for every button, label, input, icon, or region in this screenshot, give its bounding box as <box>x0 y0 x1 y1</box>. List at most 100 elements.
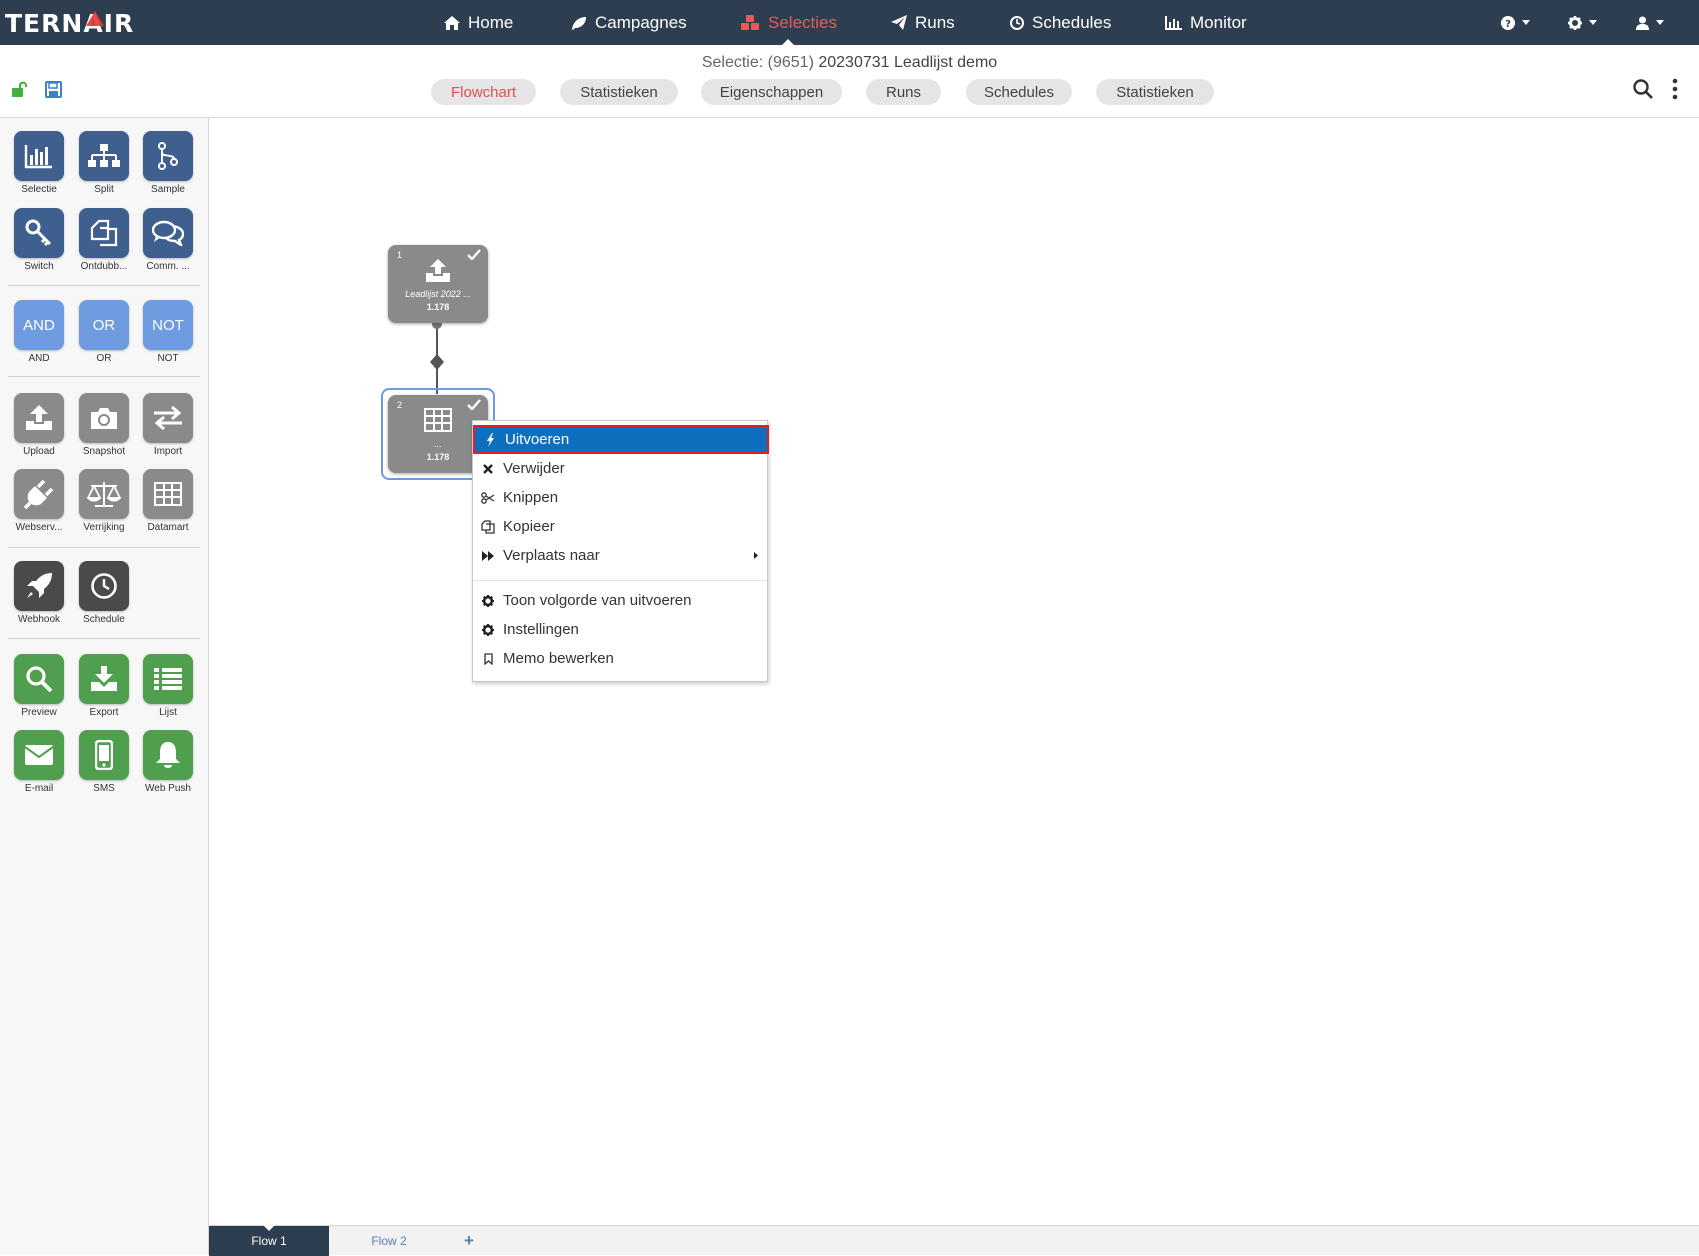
palette-preview-button[interactable] <box>14 654 64 704</box>
rocket-icon <box>27 573 52 598</box>
code-fork-icon <box>158 142 178 170</box>
tab-statistieken[interactable]: Statistieken <box>560 79 678 105</box>
palette-upload[interactable]: Upload <box>7 393 71 457</box>
palette-import[interactable]: Import <box>136 393 200 457</box>
palette-schedule-button[interactable] <box>79 561 129 611</box>
page-title-prefix: Selectie: <box>701 54 764 71</box>
palette-sms-button[interactable] <box>79 730 129 780</box>
top-navigation-bar: TERN AIR Home Campagnes Selecties Runs Sc… <box>0 0 1699 45</box>
user-menu-button[interactable] <box>1636 0 1664 45</box>
palette-switch-button[interactable] <box>14 208 64 258</box>
palette-import-button[interactable] <box>143 393 193 443</box>
palette-export-button[interactable] <box>79 654 129 704</box>
palette-sample[interactable]: Sample <box>136 131 200 195</box>
menu-item-verplaats-naar[interactable]: Verplaats naar <box>473 541 767 570</box>
palette-email[interactable]: E-mail <box>7 730 71 794</box>
nav-campagnes[interactable]: Campagnes <box>571 0 687 45</box>
menu-item-label: Instellingen <box>503 621 579 638</box>
palette-split-button[interactable] <box>79 131 129 181</box>
menu-item-memo-bewerken[interactable]: Memo bewerken <box>473 644 767 673</box>
palette-webhook[interactable]: Webhook <box>7 561 71 625</box>
palette-selectie[interactable]: Selectie <box>7 131 71 195</box>
palette-snapshot[interactable]: Snapshot <box>72 393 136 457</box>
palette-datamart[interactable]: Datamart <box>136 469 200 533</box>
tab-flowchart[interactable]: Flowchart <box>431 79 536 105</box>
settings-menu-button[interactable] <box>1568 0 1597 45</box>
nav-monitor[interactable]: Monitor <box>1165 0 1247 45</box>
palette-and[interactable]: AND AND <box>7 300 71 364</box>
ternair-logo[interactable]: TERN AIR <box>5 9 134 38</box>
menu-item-verwijder[interactable]: Verwijder <box>473 454 767 483</box>
unlock-icon <box>12 81 27 97</box>
flow-node-upload[interactable]: 1 Leadlijst 2022 ... 1.178 <box>388 245 488 323</box>
palette-not[interactable]: NOT NOT <box>136 300 200 364</box>
nav-schedules[interactable]: Schedules <box>1010 0 1111 45</box>
menu-item-instellingen[interactable]: Instellingen <box>473 615 767 644</box>
palette-lijst[interactable]: Lijst <box>136 654 200 718</box>
bar-chart-icon <box>24 145 52 169</box>
menu-item-label: Uitvoeren <box>505 431 570 448</box>
palette-label: AND <box>28 353 50 364</box>
palette-schedule[interactable]: Schedule <box>72 561 136 625</box>
nav-home[interactable]: Home <box>444 0 513 45</box>
palette-sample-button[interactable] <box>143 131 193 181</box>
gear-icon <box>482 594 494 607</box>
palette-communicatie[interactable]: Comm. ... <box>136 208 200 272</box>
palette-and-button[interactable]: AND <box>14 300 64 350</box>
palette-email-button[interactable] <box>14 730 64 780</box>
tab-statistieken-2[interactable]: Statistieken <box>1096 79 1214 105</box>
page-title: Selectie: (9651) 20230731 Leadlijst demo <box>0 54 1699 72</box>
palette-selectie-button[interactable] <box>14 131 64 181</box>
palette-switch[interactable]: Switch <box>7 208 71 272</box>
gear-icon <box>1568 15 1582 30</box>
tab-runs[interactable]: Runs <box>866 79 941 105</box>
bolt-icon <box>486 432 494 447</box>
palette-snapshot-button[interactable] <box>79 393 129 443</box>
palette-ontdubbelen[interactable]: Ontdubb... <box>72 208 136 272</box>
unlock-button[interactable] <box>11 81 29 102</box>
palette-export[interactable]: Export <box>72 654 136 718</box>
tab-schedules[interactable]: Schedules <box>966 79 1072 105</box>
more-options-button[interactable] <box>1671 78 1679 100</box>
palette-sms[interactable]: SMS <box>72 730 136 794</box>
help-menu-button[interactable]: ? <box>1501 0 1530 45</box>
menu-item-kopieer[interactable]: Kopieer <box>473 512 767 541</box>
tab-eigenschappen[interactable]: Eigenschappen <box>701 79 842 105</box>
node-context-menu: Uitvoeren Verwijder Knippen Kopieer Verp… <box>472 420 769 682</box>
palette-label: Split <box>94 184 114 195</box>
menu-item-uitvoeren[interactable]: Uitvoeren <box>473 425 769 454</box>
search-button[interactable] <box>1633 79 1653 104</box>
palette-webservice-button[interactable] <box>14 469 64 519</box>
bookmark-icon <box>483 652 493 665</box>
palette-ontdubbelen-button[interactable] <box>79 208 129 258</box>
palette-split[interactable]: Split <box>72 131 136 195</box>
palette-web-push-button[interactable] <box>143 730 193 780</box>
add-flow-button[interactable]: + <box>449 1226 489 1256</box>
flow-tab-2[interactable]: Flow 2 <box>329 1226 449 1256</box>
user-icon <box>1636 16 1649 30</box>
save-button[interactable] <box>45 81 62 103</box>
menu-item-knippen[interactable]: Knippen <box>473 483 767 512</box>
palette-web-push[interactable]: Web Push <box>136 730 200 794</box>
palette-verrijking[interactable]: Verrijking <box>72 469 136 533</box>
menu-item-toon-volgorde[interactable]: Toon volgorde van uitvoeren <box>473 586 767 615</box>
palette-upload-button[interactable] <box>14 393 64 443</box>
palette-verrijking-button[interactable] <box>79 469 129 519</box>
nav-selecties-label: Selecties <box>768 12 837 32</box>
palette-datamart-button[interactable] <box>143 469 193 519</box>
palette-not-button[interactable]: NOT <box>143 300 193 350</box>
palette-communicatie-button[interactable] <box>143 208 193 258</box>
palette-webhook-button[interactable] <box>14 561 64 611</box>
scissors-icon <box>481 491 495 504</box>
menu-item-label: Knippen <box>503 489 559 506</box>
palette-preview[interactable]: Preview <box>7 654 71 718</box>
palette-or[interactable]: OR OR <box>72 300 136 364</box>
flowchart-canvas[interactable]: 1 Leadlijst 2022 ... 1.178 2 ... 1.178 <box>209 118 1699 1225</box>
palette-webservice[interactable]: Webserv... <box>7 469 71 533</box>
palette-label: Verrijking <box>83 522 125 533</box>
nav-runs[interactable]: Runs <box>891 0 955 45</box>
palette-label: Sample <box>151 184 185 195</box>
palette-or-button[interactable]: OR <box>79 300 129 350</box>
palette-lijst-button[interactable] <box>143 654 193 704</box>
nav-selecties[interactable]: Selecties <box>740 0 837 45</box>
